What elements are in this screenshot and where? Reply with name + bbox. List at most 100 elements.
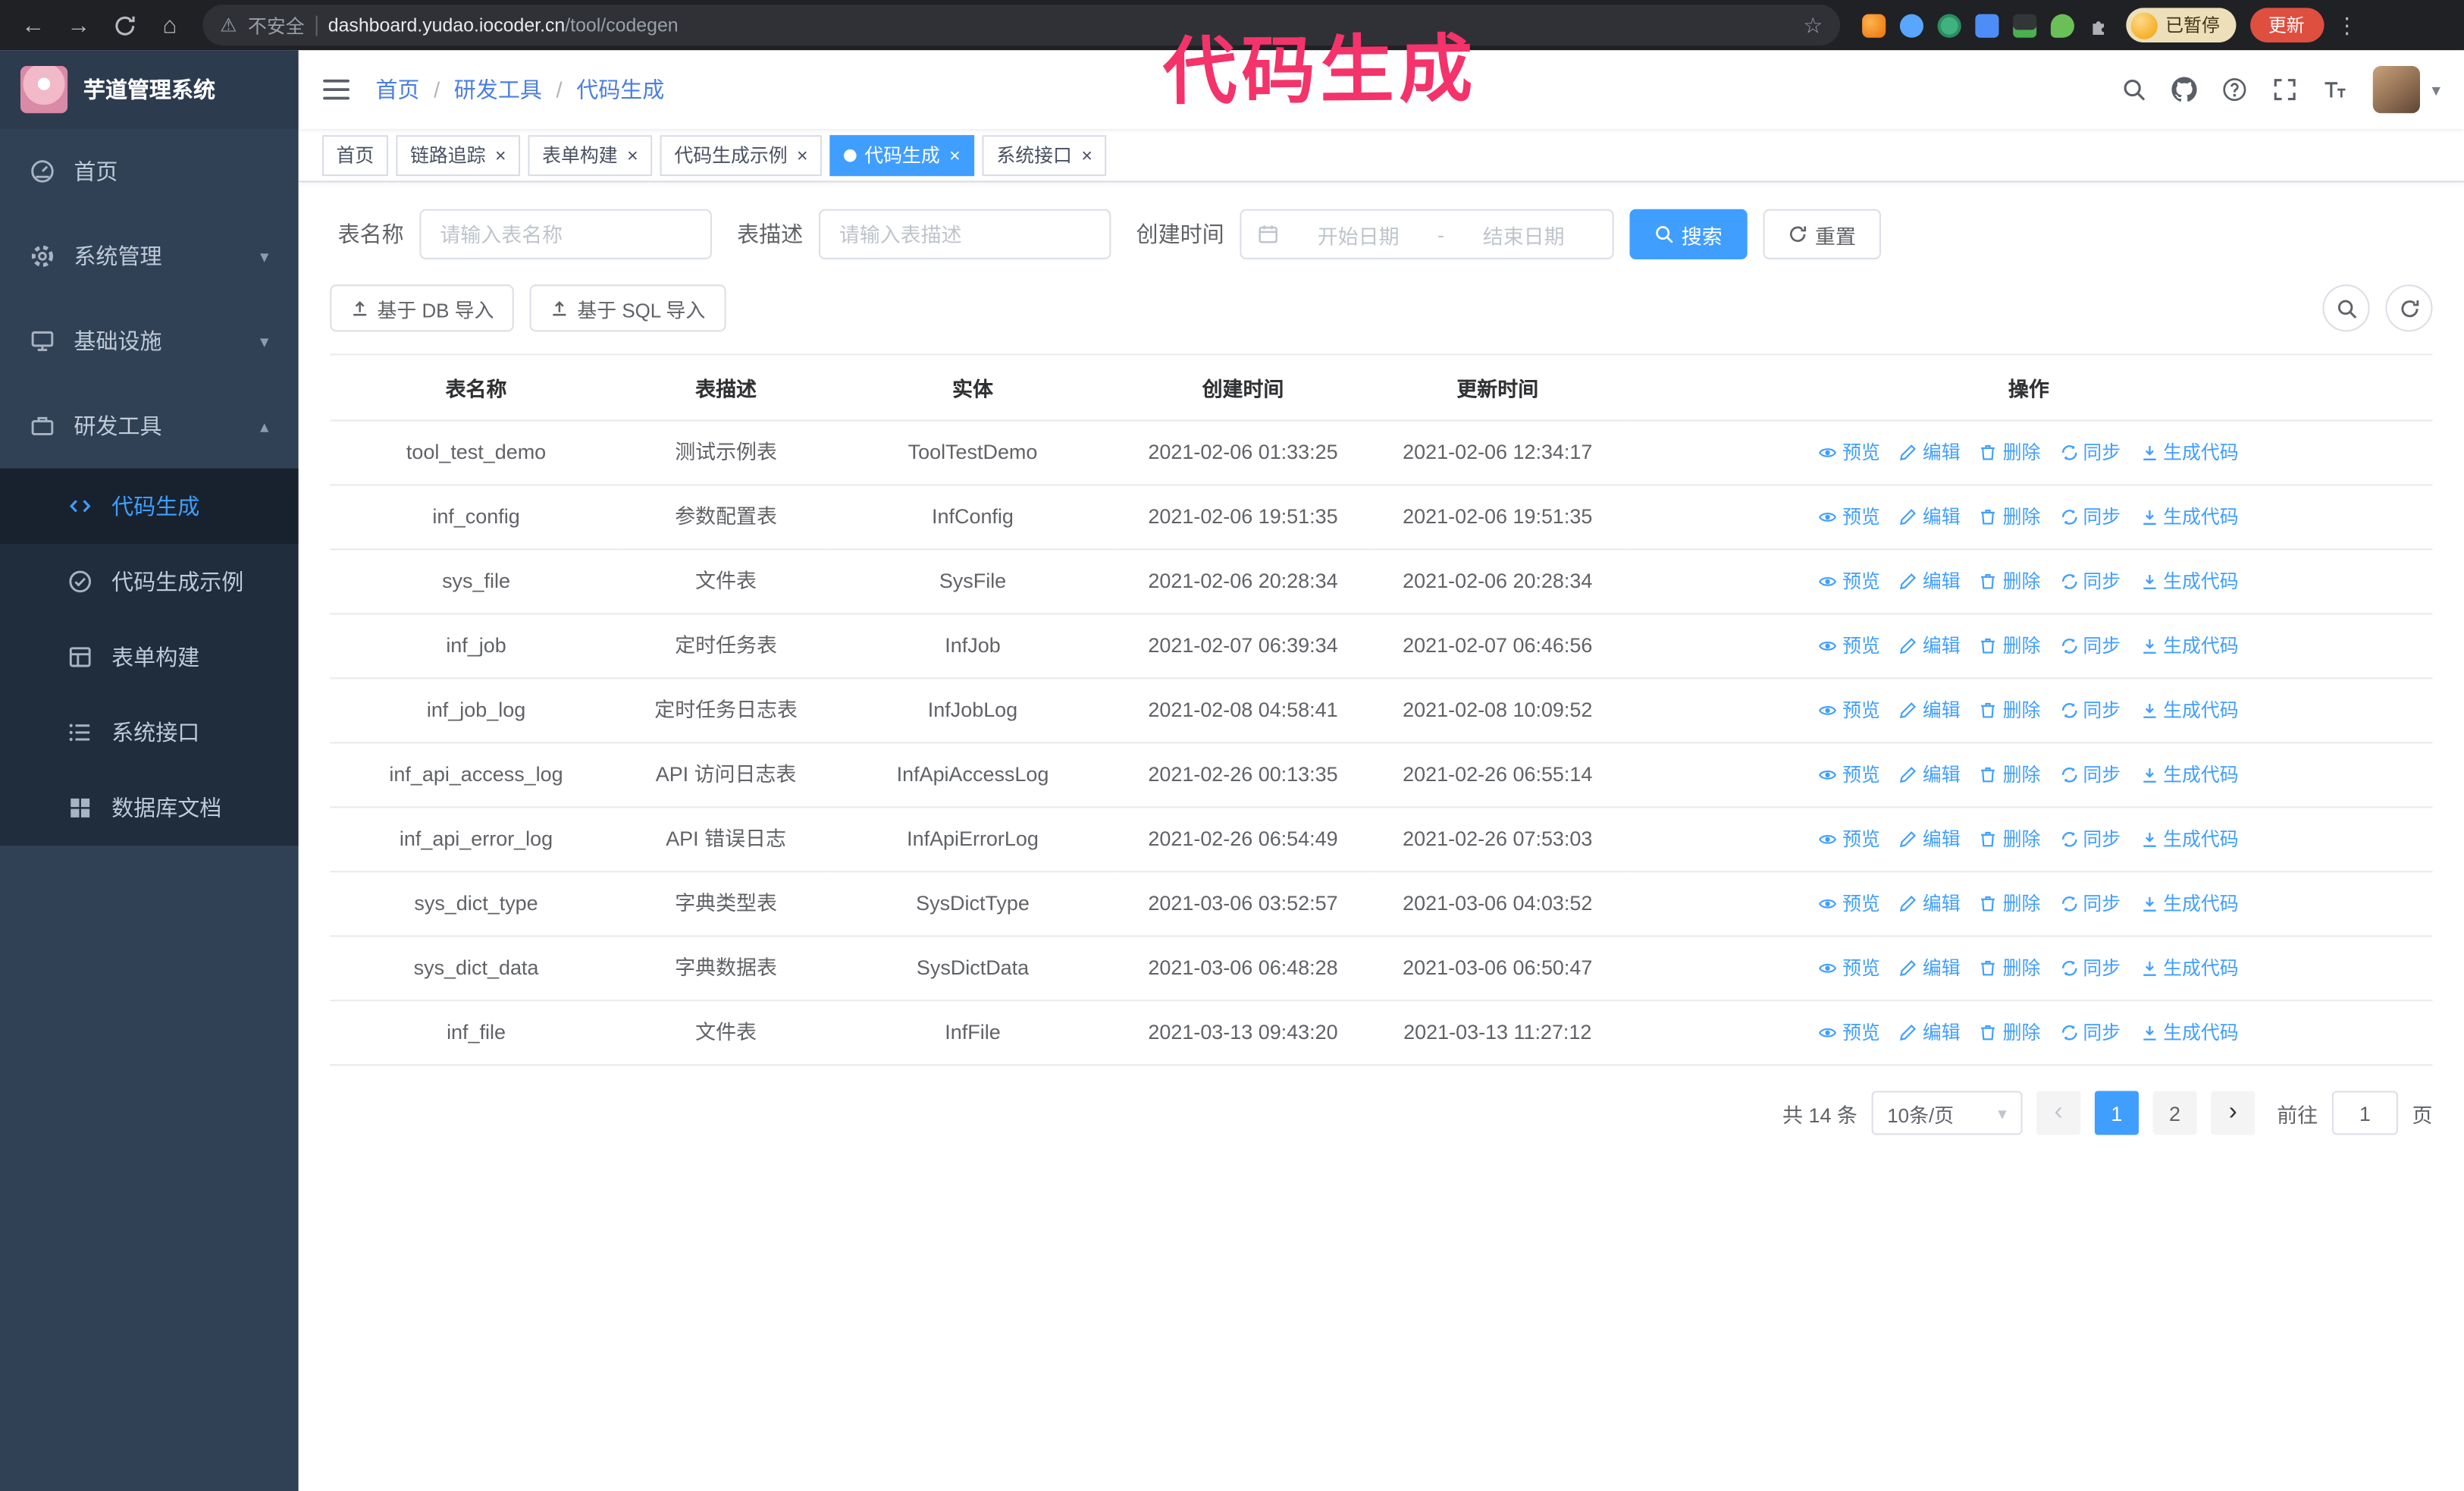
search-icon[interactable] — [2122, 77, 2147, 102]
edit-link[interactable]: 编辑 — [1899, 824, 1961, 855]
sidebar-item-home[interactable]: 首页 — [0, 129, 299, 214]
sync-link[interactable]: 同步 — [2059, 1017, 2121, 1048]
hamburger-icon[interactable] — [322, 77, 350, 102]
generate-code-link[interactable]: 生成代码 — [2140, 888, 2239, 919]
sidebar-item-codegen[interactable]: 代码生成 — [0, 468, 299, 545]
close-icon[interactable]: × — [949, 146, 961, 165]
edit-link[interactable]: 编辑 — [1899, 888, 1961, 919]
sync-link[interactable]: 同步 — [2059, 824, 2121, 855]
preview-link[interactable]: 预览 — [1819, 501, 1880, 532]
sync-link[interactable]: 同步 — [2059, 501, 2121, 532]
prev-page-button[interactable]: ‹ — [2036, 1091, 2081, 1135]
extension-icon[interactable] — [1937, 13, 1961, 37]
delete-link[interactable]: 删除 — [1980, 501, 2040, 532]
generate-code-link[interactable]: 生成代码 — [2140, 759, 2239, 790]
tab-system-api[interactable]: 系统接口 × — [982, 134, 1107, 176]
preview-link[interactable]: 预览 — [1819, 1017, 1880, 1048]
sidebar-item-codegen-example[interactable]: 代码生成示例 — [0, 544, 299, 619]
edit-link[interactable]: 编辑 — [1899, 695, 1961, 726]
delete-link[interactable]: 删除 — [1980, 824, 2040, 855]
reset-button[interactable]: 重置 — [1763, 209, 1882, 259]
close-icon[interactable]: × — [495, 146, 506, 165]
page-button-1[interactable]: 1 — [2094, 1091, 2139, 1135]
preview-link[interactable]: 预览 — [1819, 888, 1880, 919]
delete-link[interactable]: 删除 — [1980, 566, 2040, 597]
toggle-search-button[interactable] — [2322, 284, 2370, 332]
edit-link[interactable]: 编辑 — [1899, 501, 1961, 532]
edit-link[interactable]: 编辑 — [1899, 566, 1961, 597]
edit-link[interactable]: 编辑 — [1899, 759, 1961, 790]
generate-code-link[interactable]: 生成代码 — [2140, 953, 2239, 984]
search-button[interactable]: 搜索 — [1629, 209, 1748, 259]
delete-link[interactable]: 删除 — [1980, 953, 2040, 984]
delete-link[interactable]: 删除 — [1980, 630, 2040, 661]
user-avatar[interactable] — [2373, 66, 2421, 114]
preview-link[interactable]: 预览 — [1819, 437, 1880, 468]
breadcrumb-devtools[interactable]: 研发工具 — [454, 74, 542, 105]
chrome-update-button[interactable]: 更新 — [2249, 8, 2324, 42]
sync-link[interactable]: 同步 — [2059, 888, 2121, 919]
generate-code-link[interactable]: 生成代码 — [2140, 1017, 2239, 1048]
fullscreen-icon[interactable] — [2273, 77, 2298, 102]
close-icon[interactable]: × — [1081, 146, 1092, 165]
sync-link[interactable]: 同步 — [2059, 695, 2121, 726]
close-icon[interactable]: × — [627, 146, 638, 165]
page-url[interactable]: dashboard.yudao.iocoder.cn /tool/codegen — [328, 14, 679, 36]
close-icon[interactable]: × — [797, 146, 808, 165]
page-button-2[interactable]: 2 — [2152, 1091, 2197, 1135]
generate-code-link[interactable]: 生成代码 — [2140, 566, 2239, 597]
breadcrumb-home[interactable]: 首页 — [375, 74, 419, 105]
table-desc-input[interactable] — [818, 209, 1111, 259]
sync-link[interactable]: 同步 — [2059, 630, 2121, 661]
sync-link[interactable]: 同步 — [2059, 437, 2121, 468]
extension-icon[interactable] — [1862, 13, 1886, 37]
generate-code-link[interactable]: 生成代码 — [2140, 824, 2239, 855]
address-bar[interactable]: ⚠ 不安全 dashboard.yudao.iocoder.cn /tool/c… — [202, 5, 1841, 46]
generate-code-link[interactable]: 生成代码 — [2140, 437, 2239, 468]
page-size-select[interactable]: 10条/页 ▾ — [1871, 1091, 2023, 1135]
generate-code-link[interactable]: 生成代码 — [2140, 695, 2239, 726]
home-icon[interactable]: ⌂ — [149, 5, 190, 46]
tab-codegen-example[interactable]: 代码生成示例 × — [660, 134, 823, 176]
sync-link[interactable]: 同步 — [2059, 759, 2121, 790]
profile-paused-chip[interactable]: 已暂停 — [2126, 8, 2236, 42]
edit-link[interactable]: 编辑 — [1899, 953, 1961, 984]
table-name-input[interactable] — [419, 209, 712, 259]
help-icon[interactable] — [2223, 77, 2248, 102]
delete-link[interactable]: 删除 — [1980, 695, 2040, 726]
tab-home[interactable]: 首页 — [321, 134, 388, 176]
date-range-picker[interactable]: 开始日期 - 结束日期 — [1240, 209, 1614, 259]
edit-link[interactable]: 编辑 — [1899, 1017, 1961, 1048]
edit-link[interactable]: 编辑 — [1899, 437, 1961, 468]
preview-link[interactable]: 预览 — [1819, 759, 1880, 790]
bookmark-star-icon[interactable]: ☆ — [1803, 12, 1823, 39]
goto-page-input[interactable] — [2331, 1091, 2398, 1135]
import-sql-button[interactable]: 基于 SQL 导入 — [530, 284, 726, 332]
sidebar-item-infra[interactable]: 基础设施 ▾ — [0, 299, 299, 384]
font-size-icon[interactable] — [2323, 77, 2348, 102]
delete-link[interactable]: 删除 — [1980, 759, 2040, 790]
generate-code-link[interactable]: 生成代码 — [2140, 501, 2239, 532]
sidebar-item-db-doc[interactable]: 数据库文档 — [0, 771, 299, 846]
back-icon[interactable]: ← — [13, 5, 54, 46]
refresh-button[interactable] — [2385, 284, 2433, 332]
extension-icon[interactable] — [1899, 13, 1923, 37]
sidebar-item-form-builder[interactable]: 表单构建 — [0, 620, 299, 695]
sidebar-item-devtools[interactable]: 研发工具 ▴ — [0, 384, 299, 469]
tab-codegen[interactable]: 代码生成 × — [829, 134, 975, 176]
browser-menu-icon[interactable]: ⋮ — [2328, 12, 2366, 39]
tab-tracing[interactable]: 链路追踪 × — [396, 134, 521, 176]
app-logo[interactable]: 芋道管理系统 — [0, 50, 299, 129]
extension-icon[interactable] — [2013, 13, 2037, 37]
github-icon[interactable] — [2172, 77, 2198, 102]
caret-down-icon[interactable]: ▾ — [2431, 80, 2440, 100]
tab-form-builder[interactable]: 表单构建 × — [528, 134, 653, 176]
security-label[interactable]: 不安全 — [248, 12, 305, 39]
extensions-puzzle-icon[interactable] — [2089, 14, 2112, 37]
sidebar-item-system-api[interactable]: 系统接口 — [0, 695, 299, 770]
forward-icon[interactable]: → — [58, 5, 99, 46]
sync-link[interactable]: 同步 — [2059, 566, 2121, 597]
extension-icon[interactable] — [1975, 13, 1999, 37]
extension-icon[interactable] — [2050, 13, 2074, 37]
preview-link[interactable]: 预览 — [1819, 630, 1880, 661]
